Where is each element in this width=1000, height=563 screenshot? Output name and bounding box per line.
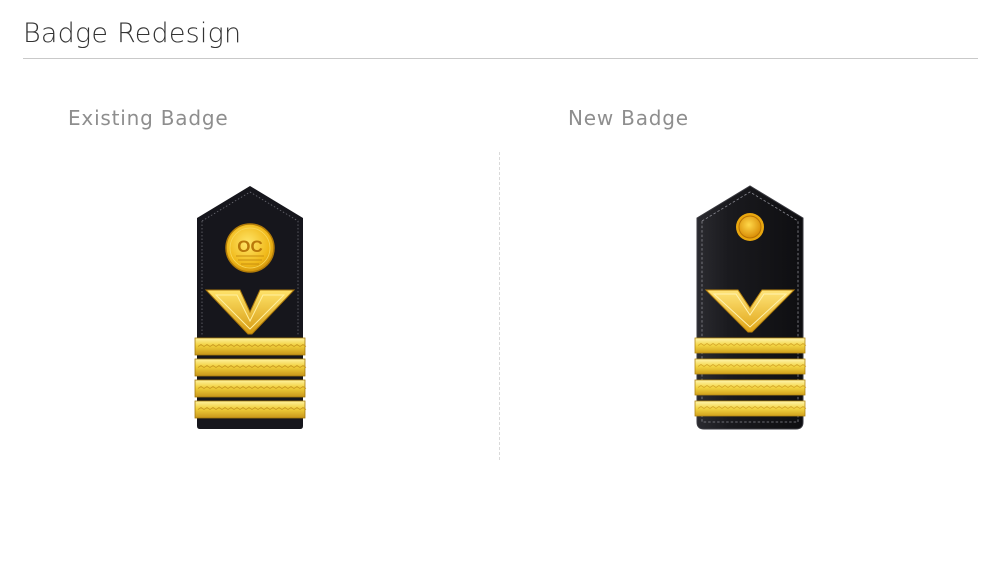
oc-coin-emblem: OC: [225, 223, 275, 273]
title-divider: [23, 58, 978, 59]
existing-badge: OC: [192, 184, 308, 430]
section-divider: [499, 152, 500, 460]
existing-epaulette-graphic: OC: [194, 186, 307, 429]
button-emblem: [736, 213, 764, 241]
new-badge: [692, 184, 808, 430]
page-title: Badge Redesign: [23, 18, 242, 49]
new-epaulette-graphic: [694, 185, 807, 430]
new-badge-label: New Badge: [568, 106, 689, 130]
coin-emblem-text: OC: [237, 237, 263, 256]
existing-badge-label: Existing Badge: [68, 106, 229, 130]
